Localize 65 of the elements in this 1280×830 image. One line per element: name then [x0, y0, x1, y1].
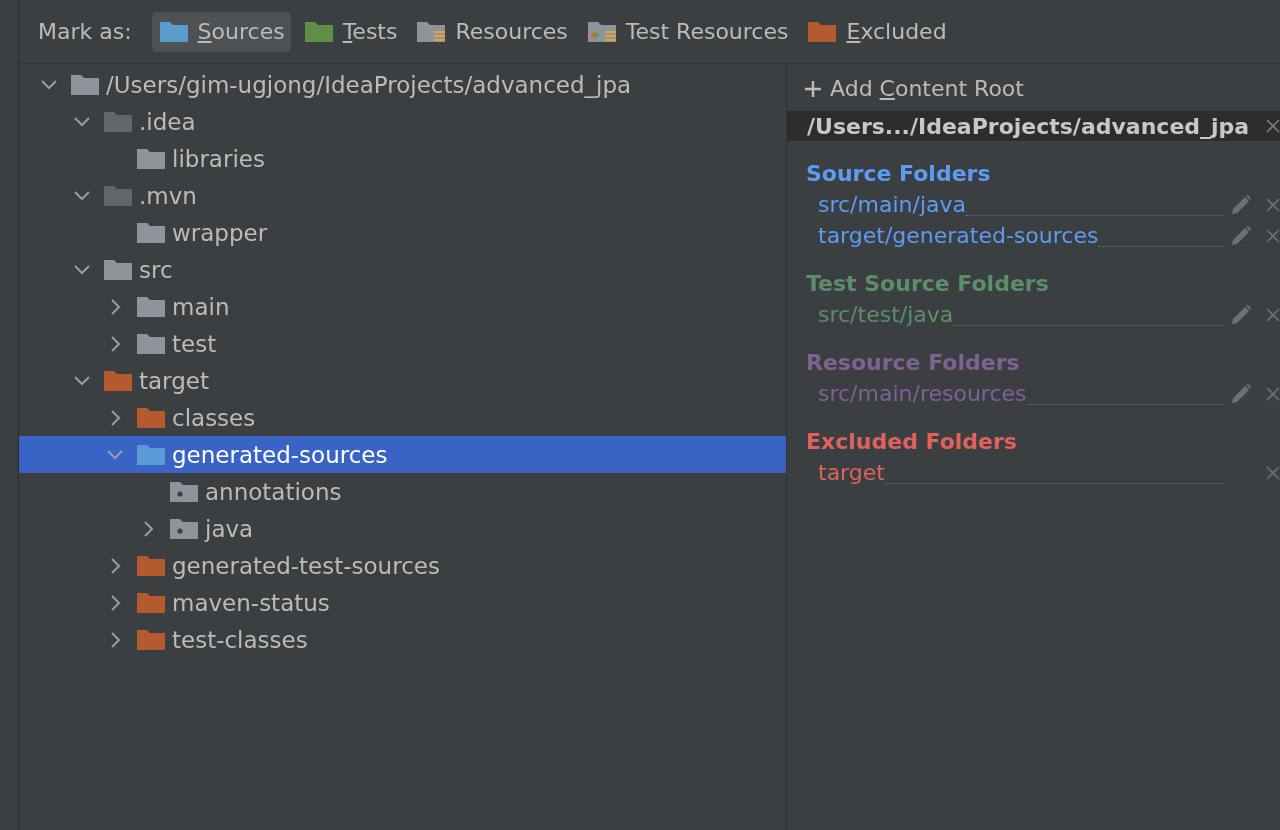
folder-icon — [137, 628, 165, 651]
folder-icon — [587, 20, 616, 43]
pencil-icon[interactable] — [1230, 224, 1252, 247]
folder-icon — [104, 110, 132, 133]
folder-path: target — [818, 460, 885, 485]
plus-icon — [804, 79, 822, 98]
folder-path: src/main/resources — [818, 381, 1027, 406]
close-icon[interactable] — [1266, 228, 1280, 243]
folder-group-title: Resource Folders — [805, 349, 1021, 377]
tree-row[interactable]: generated-test-sources — [19, 547, 786, 584]
folder-icon — [304, 20, 333, 43]
tree-row[interactable]: libraries — [19, 140, 786, 177]
folder-group-title: Source Folders — [805, 160, 992, 188]
close-icon[interactable] — [1266, 465, 1280, 480]
folder-icon — [170, 480, 198, 503]
mark-as-button[interactable]: Excluded — [800, 11, 953, 52]
tree-row[interactable]: classes — [19, 399, 786, 436]
tree-row[interactable]: annotations — [19, 473, 786, 510]
pencil-icon[interactable] — [1230, 193, 1252, 216]
tree-row[interactable]: generated-sources — [19, 436, 786, 473]
tree-row[interactable]: src — [19, 251, 786, 288]
folder-icon — [137, 406, 165, 429]
tree-row[interactable]: target — [19, 362, 786, 399]
folder-icon — [137, 332, 165, 355]
tree-row[interactable]: .idea — [19, 103, 786, 140]
mark-as-button[interactable]: Resources — [409, 11, 574, 52]
folder-icon — [417, 20, 446, 43]
folder-icon — [808, 20, 837, 43]
folder-icon — [170, 517, 198, 540]
content-root-path: /Users.../IdeaProjects/advanced_jpa — [807, 113, 1250, 139]
pencil-icon[interactable] — [1230, 382, 1252, 405]
close-icon[interactable] — [1266, 307, 1280, 322]
mark-as-button[interactable]: Test Resources — [579, 11, 795, 52]
tree-row[interactable]: maven-status — [19, 584, 786, 621]
mark-as-button[interactable]: Sources — [151, 11, 291, 52]
folder-icon — [71, 73, 99, 96]
folder-icon — [137, 295, 165, 318]
folder-path: src/test/java — [818, 302, 954, 327]
folder-icon — [137, 443, 165, 466]
folder-icon — [159, 20, 188, 43]
tree-row[interactable]: test-classes — [19, 621, 786, 658]
mark-as-button[interactable]: Tests — [296, 11, 404, 52]
folder-path: src/main/java — [818, 192, 966, 217]
tree-row[interactable]: test — [19, 325, 786, 362]
close-icon[interactable] — [1266, 119, 1280, 133]
tree-row[interactable]: .mvn — [19, 177, 786, 214]
tree-row[interactable]: main — [19, 288, 786, 325]
folder-icon — [104, 369, 132, 392]
folder-icon — [137, 221, 165, 244]
mark-as-label: Mark as: — [38, 19, 132, 44]
folder-icon — [137, 554, 165, 577]
tree-row[interactable]: /Users/gim-ugjong/IdeaProjects/advanced_jpa — [19, 66, 786, 103]
pencil-icon[interactable] — [1230, 303, 1252, 326]
folder-icon — [104, 184, 132, 207]
folder-group-title: Test Source Folders — [805, 270, 1050, 298]
folder-icon — [137, 147, 165, 170]
folder-group-title: Excluded Folders — [805, 428, 1018, 456]
tree-row[interactable]: java — [19, 510, 786, 547]
add-content-root-button[interactable]: Add Content Root — [787, 72, 1024, 105]
tree-row[interactable]: wrapper — [19, 214, 786, 251]
folder-path: target/generated-sources — [818, 223, 1099, 248]
close-icon[interactable] — [1266, 386, 1280, 401]
close-icon[interactable] — [1266, 197, 1280, 212]
folder-icon — [137, 591, 165, 614]
folder-icon — [104, 258, 132, 281]
